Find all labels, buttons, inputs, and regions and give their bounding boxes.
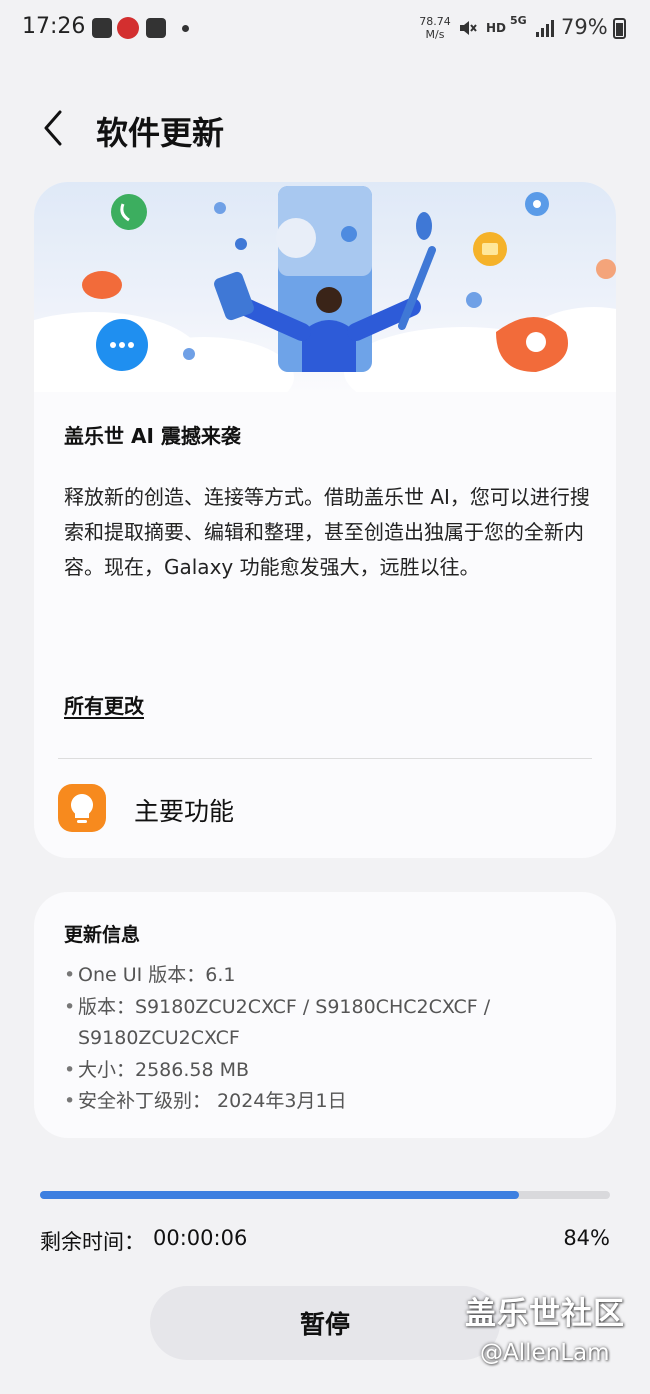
update-info-title: 更新信息 <box>64 924 141 946</box>
download-progress-fill <box>40 1191 519 1199</box>
battery-percent: 79% <box>561 15 608 39</box>
watermark-community: 盖乐世社区 <box>465 1296 625 1332</box>
download-progress-bar <box>40 1191 610 1199</box>
feature-title: 盖乐世 AI 震撼来袭 <box>64 424 241 448</box>
page-title: 软件更新 <box>96 114 225 152</box>
watermark-author: @AllenLam <box>480 1340 610 1366</box>
hero-illustration <box>34 182 616 417</box>
feature-description: 释放新的创造、连接等方式。借助盖乐世 AI，您可以进行搜索和提取摘要、编辑和整理… <box>64 485 590 579</box>
galaxy-ai-illustration <box>34 186 616 417</box>
all-changes-link[interactable]: 所有更改 <box>64 690 144 719</box>
back-button[interactable] <box>36 106 76 150</box>
status-bar: 17:26 78.74 M/s HD 5G 79% <box>0 0 650 60</box>
mute-icon <box>458 18 478 43</box>
progress-percent: 84% <box>563 1226 610 1250</box>
signal-icon <box>536 20 554 37</box>
pause-button[interactable]: 暂停 <box>150 1286 500 1360</box>
network-speed-unit: M/s <box>425 28 445 41</box>
hd-voice-icon: HD <box>486 21 507 35</box>
info-security-patch: 安全补丁级别： 2024年3月1日 <box>62 1086 602 1118</box>
network-speed-value: 78.74 <box>419 15 451 28</box>
more-notifications-dot-icon <box>182 25 189 32</box>
status-time: 17:26 <box>22 14 86 39</box>
tesla-notification-icon <box>117 17 139 39</box>
network-type: 5G <box>510 14 527 27</box>
info-size: 大小：2586.58 MB <box>62 1055 602 1087</box>
battery-icon <box>613 18 626 39</box>
key-features-row[interactable]: 主要功能 <box>34 768 616 848</box>
feature-card: 盖乐世 AI 震撼来袭 释放新的创造、连接等方式。借助盖乐世 AI，您可以进行搜… <box>34 182 616 858</box>
remaining-time-value: 00:00:06 <box>153 1226 248 1250</box>
chevron-left-icon <box>44 110 62 146</box>
info-build-version: 版本：S9180ZCU2CXCF / S9180CHC2CXCF / S9180… <box>62 992 602 1055</box>
divider <box>58 758 592 759</box>
remaining-time-label: 剩余时间： <box>40 1230 145 1254</box>
network-speed: 78.74 M/s <box>414 15 456 41</box>
gallery-notification-icon <box>146 18 166 38</box>
info-one-ui-version: One UI 版本：6.1 <box>62 960 602 992</box>
lightbulb-icon <box>58 784 106 832</box>
update-info-card: 更新信息 One UI 版本：6.1 版本：S9180ZCU2CXCF / S9… <box>34 892 616 1138</box>
app-notification-icon <box>92 18 112 38</box>
update-info-list: One UI 版本：6.1 版本：S9180ZCU2CXCF / S9180CH… <box>62 960 602 1118</box>
key-features-label: 主要功能 <box>134 797 235 826</box>
